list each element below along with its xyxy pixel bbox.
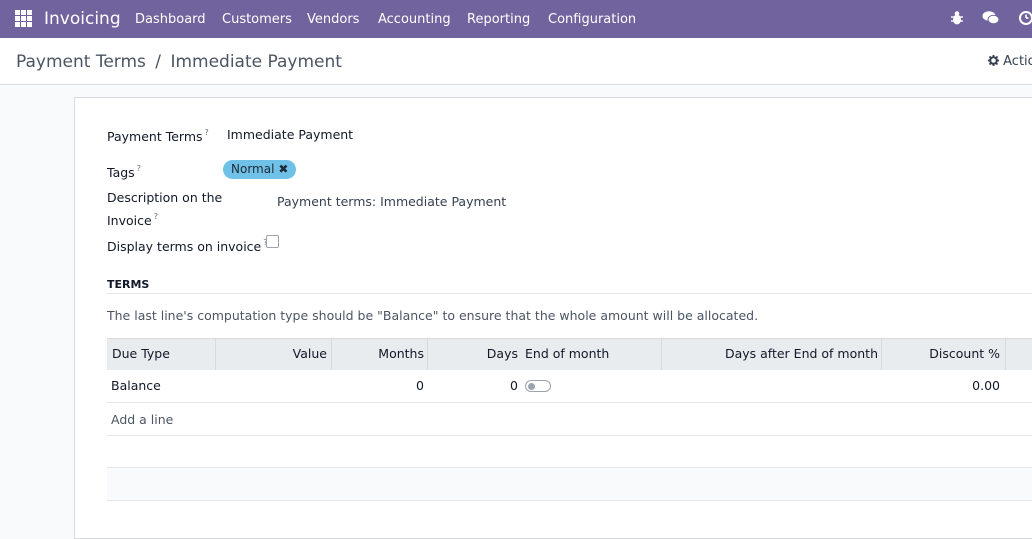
column-months[interactable]: Months — [378, 346, 424, 361]
gear-icon — [988, 55, 999, 66]
top-navbar: Invoicing Dashboard Customers Vendors Ac… — [0, 0, 1032, 38]
tag-label: Normal — [231, 162, 275, 176]
menu-reporting[interactable]: Reporting — [467, 12, 530, 27]
add-line-button[interactable]: Add a line — [111, 412, 173, 427]
breadcrumb: Payment Terms / Immediate Payment — [16, 52, 342, 72]
breadcrumb-current: Immediate Payment — [170, 52, 342, 72]
column-divider — [661, 339, 662, 370]
section-divider — [107, 293, 1032, 294]
help-tooltip[interactable]: ? — [205, 128, 209, 137]
empty-row — [107, 468, 1032, 500]
column-divider — [881, 339, 882, 370]
display-terms-label-text: Display terms on invoice — [107, 239, 262, 254]
breadcrumb-separator: / — [155, 52, 162, 72]
control-panel: Payment Terms / Immediate Payment Actio — [0, 38, 1032, 85]
description-field[interactable]: Payment terms: Immediate Payment — [277, 194, 506, 209]
terms-table-header: Due Type Value Months Days End of month … — [107, 338, 1032, 370]
column-end-of-month[interactable]: End of month — [525, 346, 609, 361]
menu-accounting[interactable]: Accounting — [378, 12, 451, 27]
remove-tag-icon[interactable]: ✖ — [278, 162, 288, 176]
description-label: Description on the Invoice? — [107, 188, 222, 230]
toggle-knob — [528, 382, 535, 390]
breadcrumb-parent[interactable]: Payment Terms — [16, 52, 146, 72]
cell-discount[interactable]: 0.00 — [972, 378, 1000, 393]
apps-menu-icon[interactable] — [15, 10, 32, 27]
tags-label-text: Tags — [107, 165, 135, 180]
menu-customers[interactable]: Customers — [222, 12, 292, 27]
display-terms-checkbox[interactable] — [266, 235, 279, 248]
column-days-after-end-of-month[interactable]: Days after End of month — [725, 346, 878, 361]
action-button[interactable]: Actio — [988, 54, 1032, 69]
help-tooltip[interactable]: ? — [154, 212, 158, 221]
cell-due-type[interactable]: Balance — [111, 378, 161, 393]
row-divider — [107, 402, 1032, 403]
menu-dashboard[interactable]: Dashboard — [135, 12, 206, 27]
description-label-line2: Invoice — [107, 213, 152, 228]
payment-terms-label: Payment Terms? — [107, 123, 209, 146]
action-label: Actio — [1003, 54, 1032, 69]
payment-terms-label-text: Payment Terms — [107, 129, 203, 144]
cell-months[interactable]: 0 — [416, 378, 424, 393]
column-divider — [1005, 339, 1006, 370]
column-due-type[interactable]: Due Type — [112, 346, 170, 361]
clock-icon[interactable] — [1018, 10, 1032, 26]
column-divider — [215, 339, 216, 370]
end-of-month-toggle[interactable] — [525, 380, 551, 392]
menu-configuration[interactable]: Configuration — [548, 12, 636, 27]
tags-label: Tags? — [107, 159, 141, 182]
terms-section-title: TERMS — [107, 278, 150, 291]
help-tooltip[interactable]: ? — [137, 164, 141, 173]
app-brand[interactable]: Invoicing — [44, 9, 121, 29]
cell-days[interactable]: 0 — [510, 378, 518, 393]
row-divider — [107, 500, 1032, 501]
payment-terms-field[interactable]: Immediate Payment — [227, 127, 353, 142]
display-terms-label: Display terms on invoice? — [107, 233, 268, 256]
chat-icon[interactable] — [982, 10, 1000, 26]
column-discount[interactable]: Discount % — [929, 346, 1000, 361]
tag-badge[interactable]: Normal ✖ — [223, 160, 297, 179]
bug-icon[interactable] — [950, 10, 964, 26]
menu-vendors[interactable]: Vendors — [307, 12, 359, 27]
column-divider — [427, 339, 428, 370]
description-label-line1: Description on the — [107, 190, 223, 205]
column-divider — [331, 339, 332, 370]
column-days[interactable]: Days — [487, 346, 518, 361]
terms-hint: The last line's computation type should … — [107, 308, 759, 323]
column-value[interactable]: Value — [293, 346, 327, 361]
row-divider — [107, 435, 1032, 436]
